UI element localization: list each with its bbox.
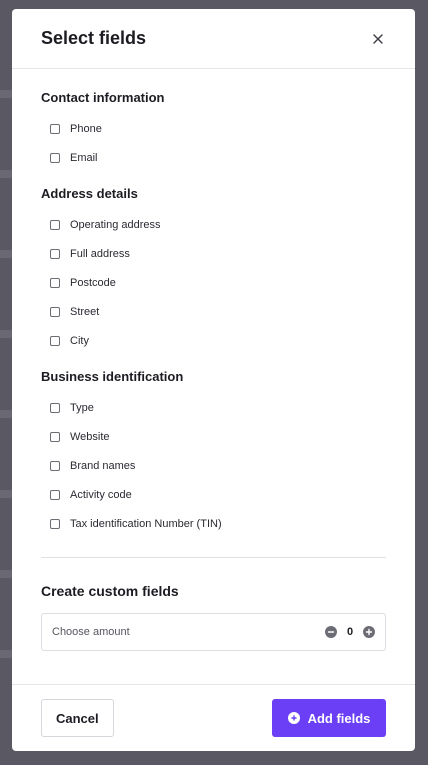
option-label: Activity code: [70, 488, 132, 501]
option-label: Full address: [70, 247, 130, 260]
option-email[interactable]: Email: [41, 143, 386, 172]
option-tin[interactable]: Tax identification Number (TIN): [41, 509, 386, 538]
street-checkbox[interactable]: [50, 306, 60, 317]
options-list: Type Website Brand names Activity code T…: [41, 393, 386, 538]
brand-names-checkbox[interactable]: [50, 460, 60, 471]
divider: [41, 557, 386, 558]
plus-icon: [365, 628, 373, 636]
option-city[interactable]: City: [41, 326, 386, 355]
option-label: Operating address: [70, 218, 161, 231]
option-activity-code[interactable]: Activity code: [41, 480, 386, 509]
modal-body: Contact information Phone Email Address …: [12, 88, 415, 651]
section-title: Contact information: [41, 90, 165, 105]
option-phone[interactable]: Phone: [41, 114, 386, 143]
increment-button[interactable]: [363, 626, 375, 638]
cancel-button[interactable]: Cancel: [41, 699, 114, 737]
close-button[interactable]: [369, 30, 387, 48]
option-label: Type: [70, 401, 94, 414]
option-type[interactable]: Type: [41, 393, 386, 422]
operating-address-checkbox[interactable]: [50, 219, 60, 230]
options-list: Operating address Full address Postcode …: [41, 210, 386, 355]
add-fields-label: Add fields: [307, 710, 371, 726]
type-checkbox[interactable]: [50, 402, 60, 413]
section-title: Address details: [41, 186, 138, 201]
option-full-address[interactable]: Full address: [41, 239, 386, 268]
option-website[interactable]: Website: [41, 422, 386, 451]
option-label: Postcode: [70, 276, 116, 289]
city-checkbox[interactable]: [50, 335, 60, 346]
section-title: Business identification: [41, 369, 184, 384]
section-contact-information: Contact information Phone Email: [41, 88, 386, 172]
option-label: Tax identification Number (TIN): [70, 517, 222, 530]
decrement-button[interactable]: [325, 626, 337, 638]
select-fields-modal: Select fields Contact information Phone …: [12, 9, 415, 751]
tin-checkbox[interactable]: [50, 518, 60, 529]
option-label: Street: [70, 305, 100, 318]
modal-title: Select fields: [41, 28, 147, 48]
add-fields-button[interactable]: Add fields: [272, 699, 386, 737]
option-label: City: [70, 334, 89, 347]
modal-header: Select fields: [12, 9, 415, 69]
option-street[interactable]: Street: [41, 297, 386, 326]
minus-icon: [327, 631, 335, 633]
section-address-details: Address details Operating address Full a…: [41, 184, 386, 355]
activity-code-checkbox[interactable]: [50, 489, 60, 500]
email-checkbox[interactable]: [50, 152, 60, 163]
custom-fields-title: Create custom fields: [41, 583, 179, 599]
option-brand-names[interactable]: Brand names: [41, 451, 386, 480]
option-operating-address[interactable]: Operating address: [41, 210, 386, 239]
options-list: Phone Email: [41, 114, 386, 172]
amount-field: Choose amount 0: [41, 613, 386, 651]
amount-value: 0: [346, 626, 354, 638]
postcode-checkbox[interactable]: [50, 277, 60, 288]
section-business-identification: Business identification Type Website Bra…: [41, 367, 386, 538]
option-label: Email: [70, 151, 98, 164]
plus-circle-icon: [287, 712, 300, 724]
option-label: Website: [70, 430, 110, 443]
website-checkbox[interactable]: [50, 431, 60, 442]
option-label: Phone: [70, 122, 102, 135]
quantity-stepper: 0: [325, 626, 375, 638]
full-address-checkbox[interactable]: [50, 248, 60, 259]
amount-label: Choose amount: [52, 626, 130, 638]
modal-footer: Cancel Add fields: [12, 684, 415, 751]
phone-checkbox[interactable]: [50, 123, 60, 134]
option-postcode[interactable]: Postcode: [41, 268, 386, 297]
close-icon: [373, 33, 383, 44]
option-label: Brand names: [70, 459, 136, 472]
